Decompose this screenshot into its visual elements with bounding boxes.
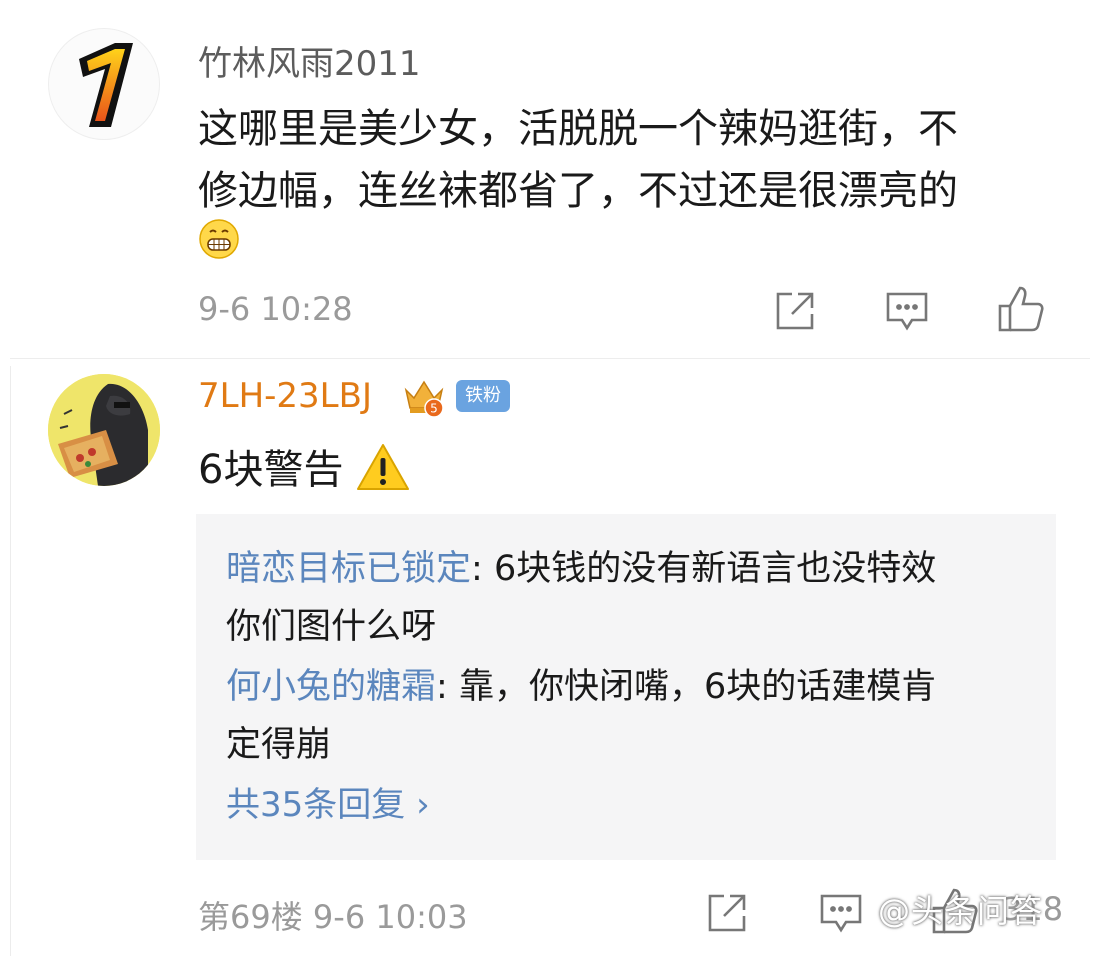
divider — [10, 366, 11, 956]
reply-text: 6块钱的没有新语言也没特效 — [493, 549, 937, 589]
comment-icon[interactable] — [884, 288, 930, 334]
comment-text: 这哪里是美少女，活脱脱一个辣妈逛街，不 修边幅，连丝袜都省了，不过还是很漂亮的 — [198, 98, 1068, 222]
timestamp-text: 9-6 10:03 — [312, 898, 468, 936]
reply-separator: : — [471, 549, 494, 589]
share-icon[interactable] — [704, 890, 750, 936]
reply-separator: : — [436, 667, 459, 707]
svg-text:5: 5 — [430, 402, 438, 416]
grin-emoji-icon — [198, 218, 240, 260]
comment-text-line: 修边幅，连丝袜都省了，不过还是很漂亮的 — [198, 168, 958, 214]
reply-text: 靠，你快闭嘴，6块的话建模肯 — [458, 667, 937, 707]
comment-text-line: 这哪里是美少女，活脱脱一个辣妈逛街，不 — [198, 106, 958, 152]
divider — [10, 358, 1090, 359]
watermark: @头条问答 — [878, 892, 1044, 930]
like-icon[interactable] — [996, 284, 1044, 332]
crown-level-icon: 5 — [402, 374, 446, 418]
view-all-replies-link[interactable]: 共35条回复 › — [226, 776, 430, 834]
reply-username[interactable]: 暗恋目标已锁定 — [226, 549, 471, 589]
username[interactable]: 7LH-23LBJ — [198, 376, 372, 416]
avatar-user2[interactable] — [48, 374, 160, 486]
username[interactable]: 竹林风雨2011 — [198, 36, 421, 85]
comment-text: 6块警告 — [198, 447, 344, 493]
avatar-user1[interactable] — [48, 28, 160, 140]
timestamp: 第69楼 9-6 10:03 — [198, 892, 468, 938]
share-icon[interactable] — [772, 288, 818, 334]
timestamp: 9-6 10:28 — [198, 290, 353, 328]
warning-icon — [356, 442, 410, 492]
reply-username[interactable]: 何小兔的糖霜 — [226, 667, 436, 707]
floor-number: 第69楼 — [198, 898, 303, 936]
fan-badge: 铁粉 — [456, 380, 510, 412]
reply-item[interactable]: 暗恋目标已锁定: 6块钱的没有新语言也没特效 你们图什么呀 — [226, 540, 1026, 656]
number-one-icon — [79, 43, 133, 127]
reply-text: 定得崩 — [226, 725, 332, 765]
reply-text: 你们图什么呀 — [226, 607, 437, 647]
comment-icon[interactable] — [818, 890, 864, 936]
reply-preview-box[interactable]: 暗恋目标已锁定: 6块钱的没有新语言也没特效 你们图什么呀 何小兔的糖霜: 靠，… — [196, 514, 1056, 860]
reply-item[interactable]: 何小兔的糖霜: 靠，你快闭嘴，6块的话建模肯 定得崩 — [226, 658, 1026, 774]
